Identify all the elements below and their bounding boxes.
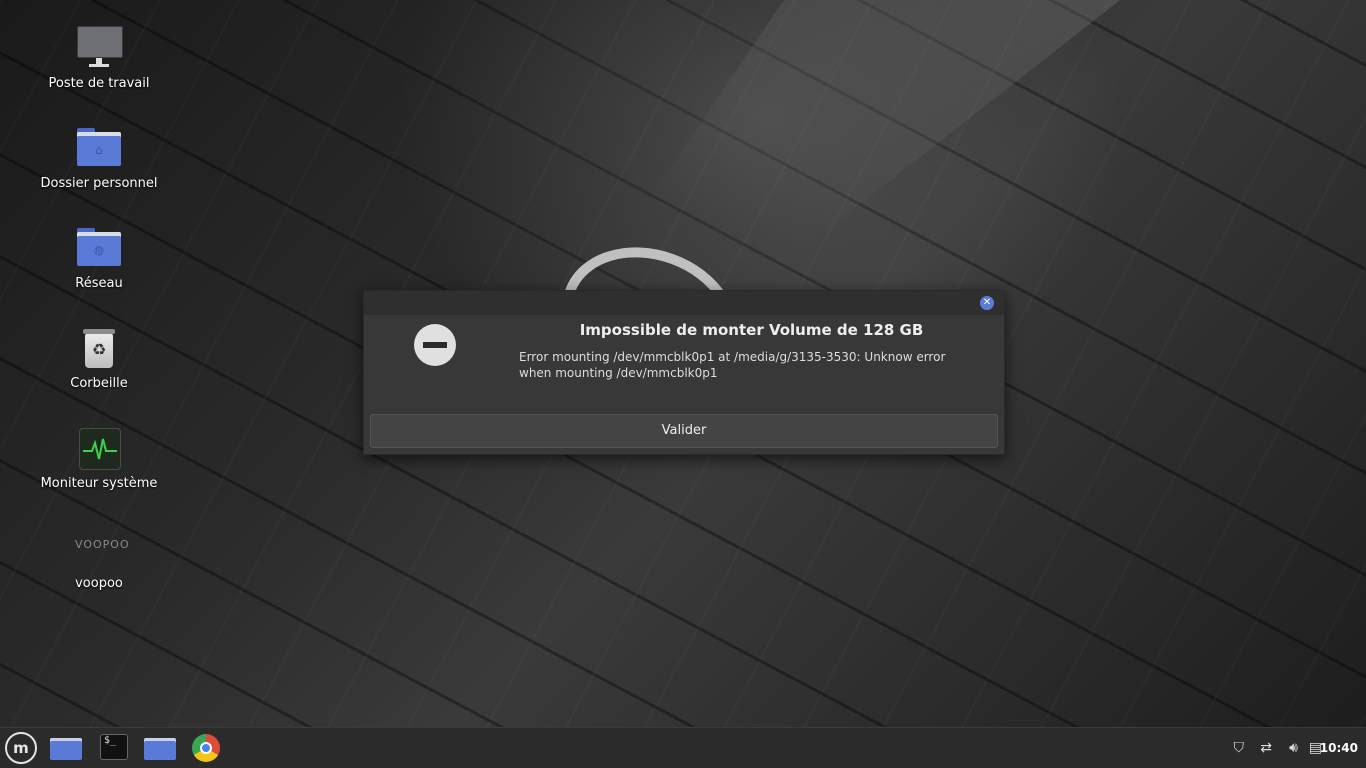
mint-menu-button[interactable]: m	[5, 732, 37, 764]
home-folder-icon: ⌂	[75, 124, 123, 172]
close-icon[interactable]: ✕	[980, 296, 994, 310]
taskbar-terminal-button[interactable]: $_	[100, 734, 128, 760]
desktop-icon-label: Réseau	[75, 276, 123, 291]
shield-icon[interactable]: ⛉	[1234, 728, 1245, 768]
trash-icon: ♻	[75, 324, 123, 372]
voopoo-logo-text: VOOPOO	[75, 538, 130, 551]
taskbar-folder-button[interactable]	[144, 738, 176, 760]
network-disconnected-icon[interactable]: ⇄	[1260, 728, 1272, 768]
clock[interactable]: 10:40	[1320, 728, 1358, 768]
validate-button[interactable]: Valider	[370, 414, 998, 448]
network-folder-icon: ◍	[75, 224, 123, 272]
voopoo-icon: VOOPOO	[75, 524, 130, 572]
computer-icon	[75, 24, 123, 72]
desktop-icon-label: Dossier personnel	[40, 176, 158, 191]
desktop-icon-label: Corbeille	[70, 376, 128, 391]
system-monitor-icon	[75, 424, 123, 472]
desktop-icon-network[interactable]: ◍ Réseau	[34, 224, 164, 291]
volume-icon[interactable]: 🔊︎	[1289, 728, 1298, 768]
error-stop-icon	[414, 324, 456, 366]
desktop-icon-voopoo[interactable]: VOOPOO voopoo	[34, 524, 164, 591]
desktop-icon-home[interactable]: ⌂ Dossier personnel	[34, 124, 164, 191]
desktop-icon-system-monitor[interactable]: Moniteur système	[34, 424, 164, 491]
taskbar-chrome-button[interactable]	[192, 734, 220, 762]
desktop-icon-computer[interactable]: Poste de travail	[34, 24, 164, 91]
mount-error-dialog: ✕ Impossible de monter Volume de 128 GB …	[363, 290, 1005, 455]
desktop-icon-label: Poste de travail	[48, 76, 150, 91]
desktop-icon-trash[interactable]: ♻ Corbeille	[34, 324, 164, 391]
dialog-title: Impossible de monter Volume de 128 GB	[579, 321, 924, 339]
taskbar-files-button[interactable]	[50, 738, 82, 760]
desktop-icon-label: voopoo	[75, 576, 123, 591]
dialog-message: Error mounting /dev/mmcblk0p1 at /media/…	[519, 350, 946, 380]
taskbar: m $_ ⛉ ⇄ 🔊︎ ▤ 10:40	[0, 727, 1366, 768]
dialog-titlebar[interactable]: ✕	[364, 291, 1004, 315]
desktop-icon-label: Moniteur système	[40, 476, 158, 491]
